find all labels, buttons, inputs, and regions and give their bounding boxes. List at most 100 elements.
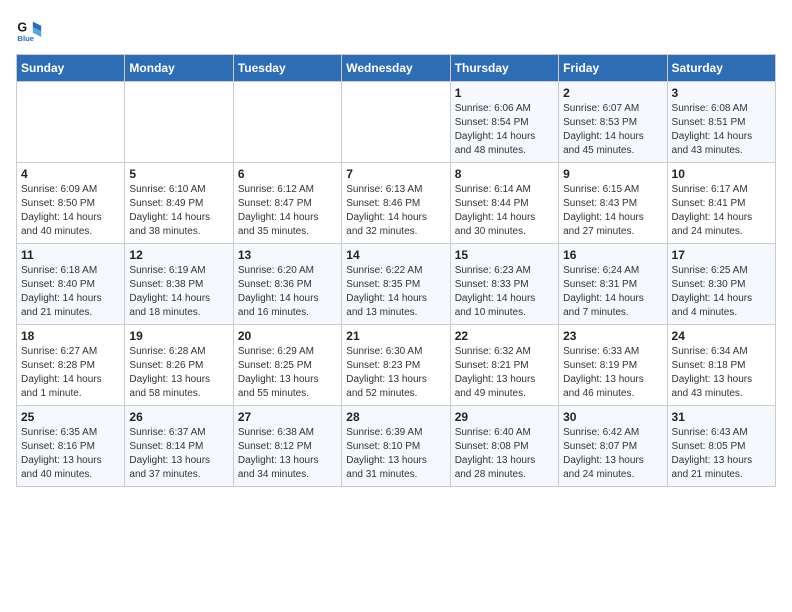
day-number: 7	[346, 167, 445, 181]
calendar-week-row: 1 Sunrise: 6:06 AM Sunset: 8:54 PM Daylig…	[17, 82, 776, 163]
calendar-cell: 28 Sunrise: 6:39 AM Sunset: 8:10 PM Dayli…	[342, 406, 450, 487]
header-day-saturday: Saturday	[667, 55, 775, 82]
header: G Blue	[16, 16, 776, 44]
calendar-cell: 4Sunrise: 6:09 AM Sunset: 8:50 PM Daylig…	[17, 163, 125, 244]
day-number: 5	[129, 167, 228, 181]
day-info: Sunrise: 6:27 AM Sunset: 8:28 PM Dayligh…	[21, 345, 120, 401]
day-number: 19	[129, 329, 228, 343]
day-info: Sunrise: 6:14 AM Sunset: 8:44 PM Dayligh…	[455, 183, 554, 239]
day-number: 24	[672, 329, 771, 343]
day-info: Sunrise: 6:38 AM Sunset: 8:12 PM Dayligh…	[238, 426, 337, 482]
day-number: 4	[21, 167, 120, 181]
day-number: 15	[455, 248, 554, 262]
calendar-table: SundayMondayTuesdayWednesdayThursdayFrid…	[16, 54, 776, 487]
calendar-cell: 6 Sunrise: 6:12 AM Sunset: 8:47 PM Daylig…	[233, 163, 341, 244]
day-info: Sunrise: 6:33 AM Sunset: 8:19 PM Dayligh…	[563, 345, 662, 401]
calendar-week-row: 4Sunrise: 6:09 AM Sunset: 8:50 PM Daylig…	[17, 163, 776, 244]
day-number: 11	[21, 248, 120, 262]
day-number: 1	[455, 86, 554, 100]
day-info: Sunrise: 6:17 AM Sunset: 8:41 PM Dayligh…	[672, 183, 771, 239]
calendar-cell: 2 Sunrise: 6:07 AM Sunset: 8:53 PM Daylig…	[559, 82, 667, 163]
day-number: 16	[563, 248, 662, 262]
day-info: Sunrise: 6:29 AM Sunset: 8:25 PM Dayligh…	[238, 345, 337, 401]
calendar-week-row: 11Sunrise: 6:18 AM Sunset: 8:40 PM Dayli…	[17, 244, 776, 325]
day-number: 27	[238, 410, 337, 424]
calendar-cell: 16 Sunrise: 6:24 AM Sunset: 8:31 PM Dayli…	[559, 244, 667, 325]
day-info: Sunrise: 6:30 AM Sunset: 8:23 PM Dayligh…	[346, 345, 445, 401]
day-info: Sunrise: 6:25 AM Sunset: 8:30 PM Dayligh…	[672, 264, 771, 320]
calendar-cell: 14 Sunrise: 6:22 AM Sunset: 8:35 PM Dayli…	[342, 244, 450, 325]
day-number: 21	[346, 329, 445, 343]
calendar-cell: 3 Sunrise: 6:08 AM Sunset: 8:51 PM Daylig…	[667, 82, 775, 163]
calendar-week-row: 25Sunrise: 6:35 AM Sunset: 8:16 PM Dayli…	[17, 406, 776, 487]
day-info: Sunrise: 6:08 AM Sunset: 8:51 PM Dayligh…	[672, 102, 771, 158]
day-number: 30	[563, 410, 662, 424]
day-info: Sunrise: 6:40 AM Sunset: 8:08 PM Dayligh…	[455, 426, 554, 482]
calendar-cell: 17Sunrise: 6:25 AM Sunset: 8:30 PM Dayli…	[667, 244, 775, 325]
calendar-cell: 8Sunrise: 6:14 AM Sunset: 8:44 PM Daylig…	[450, 163, 558, 244]
header-day-friday: Friday	[559, 55, 667, 82]
day-info: Sunrise: 6:43 AM Sunset: 8:05 PM Dayligh…	[672, 426, 771, 482]
calendar-cell: 7 Sunrise: 6:13 AM Sunset: 8:46 PM Daylig…	[342, 163, 450, 244]
day-number: 23	[563, 329, 662, 343]
calendar-cell: 30 Sunrise: 6:42 AM Sunset: 8:07 PM Dayli…	[559, 406, 667, 487]
calendar-cell: 21 Sunrise: 6:30 AM Sunset: 8:23 PM Dayli…	[342, 325, 450, 406]
day-info: Sunrise: 6:12 AM Sunset: 8:47 PM Dayligh…	[238, 183, 337, 239]
calendar-cell: 10 Sunrise: 6:17 AM Sunset: 8:41 PM Dayli…	[667, 163, 775, 244]
logo-icon: G Blue	[16, 16, 44, 44]
day-info: Sunrise: 6:07 AM Sunset: 8:53 PM Dayligh…	[563, 102, 662, 158]
day-number: 12	[129, 248, 228, 262]
header-day-sunday: Sunday	[17, 55, 125, 82]
day-number: 25	[21, 410, 120, 424]
day-info: Sunrise: 6:22 AM Sunset: 8:35 PM Dayligh…	[346, 264, 445, 320]
day-info: Sunrise: 6:39 AM Sunset: 8:10 PM Dayligh…	[346, 426, 445, 482]
day-number: 28	[346, 410, 445, 424]
day-number: 18	[21, 329, 120, 343]
svg-text:Blue: Blue	[17, 34, 34, 43]
day-number: 29	[455, 410, 554, 424]
day-number: 22	[455, 329, 554, 343]
calendar-cell: 25Sunrise: 6:35 AM Sunset: 8:16 PM Dayli…	[17, 406, 125, 487]
calendar-cell	[233, 82, 341, 163]
calendar-cell: 13Sunrise: 6:20 AM Sunset: 8:36 PM Dayli…	[233, 244, 341, 325]
day-number: 13	[238, 248, 337, 262]
day-number: 3	[672, 86, 771, 100]
day-number: 10	[672, 167, 771, 181]
calendar-cell: 19 Sunrise: 6:28 AM Sunset: 8:26 PM Dayli…	[125, 325, 233, 406]
calendar-cell: 12 Sunrise: 6:19 AM Sunset: 8:38 PM Dayli…	[125, 244, 233, 325]
day-number: 26	[129, 410, 228, 424]
day-info: Sunrise: 6:10 AM Sunset: 8:49 PM Dayligh…	[129, 183, 228, 239]
day-number: 14	[346, 248, 445, 262]
day-number: 2	[563, 86, 662, 100]
svg-text:G: G	[17, 20, 27, 34]
calendar-cell	[342, 82, 450, 163]
calendar-header-row: SundayMondayTuesdayWednesdayThursdayFrid…	[17, 55, 776, 82]
day-info: Sunrise: 6:28 AM Sunset: 8:26 PM Dayligh…	[129, 345, 228, 401]
day-number: 31	[672, 410, 771, 424]
day-info: Sunrise: 6:15 AM Sunset: 8:43 PM Dayligh…	[563, 183, 662, 239]
calendar-cell: 1 Sunrise: 6:06 AM Sunset: 8:54 PM Daylig…	[450, 82, 558, 163]
calendar-cell: 5 Sunrise: 6:10 AM Sunset: 8:49 PM Daylig…	[125, 163, 233, 244]
calendar-cell: 24Sunrise: 6:34 AM Sunset: 8:18 PM Dayli…	[667, 325, 775, 406]
calendar-cell: 20 Sunrise: 6:29 AM Sunset: 8:25 PM Dayli…	[233, 325, 341, 406]
calendar-cell: 9Sunrise: 6:15 AM Sunset: 8:43 PM Daylig…	[559, 163, 667, 244]
calendar-cell: 31 Sunrise: 6:43 AM Sunset: 8:05 PM Dayli…	[667, 406, 775, 487]
calendar-cell	[125, 82, 233, 163]
day-info: Sunrise: 6:06 AM Sunset: 8:54 PM Dayligh…	[455, 102, 554, 158]
day-number: 20	[238, 329, 337, 343]
header-day-monday: Monday	[125, 55, 233, 82]
day-info: Sunrise: 6:24 AM Sunset: 8:31 PM Dayligh…	[563, 264, 662, 320]
calendar-cell: 11Sunrise: 6:18 AM Sunset: 8:40 PM Dayli…	[17, 244, 125, 325]
calendar-cell: 27 Sunrise: 6:38 AM Sunset: 8:12 PM Dayli…	[233, 406, 341, 487]
day-info: Sunrise: 6:13 AM Sunset: 8:46 PM Dayligh…	[346, 183, 445, 239]
day-info: Sunrise: 6:42 AM Sunset: 8:07 PM Dayligh…	[563, 426, 662, 482]
calendar-cell: 15Sunrise: 6:23 AM Sunset: 8:33 PM Dayli…	[450, 244, 558, 325]
day-info: Sunrise: 6:32 AM Sunset: 8:21 PM Dayligh…	[455, 345, 554, 401]
day-info: Sunrise: 6:19 AM Sunset: 8:38 PM Dayligh…	[129, 264, 228, 320]
day-number: 6	[238, 167, 337, 181]
day-info: Sunrise: 6:37 AM Sunset: 8:14 PM Dayligh…	[129, 426, 228, 482]
calendar-cell	[17, 82, 125, 163]
header-day-tuesday: Tuesday	[233, 55, 341, 82]
header-day-thursday: Thursday	[450, 55, 558, 82]
calendar-cell: 26 Sunrise: 6:37 AM Sunset: 8:14 PM Dayli…	[125, 406, 233, 487]
